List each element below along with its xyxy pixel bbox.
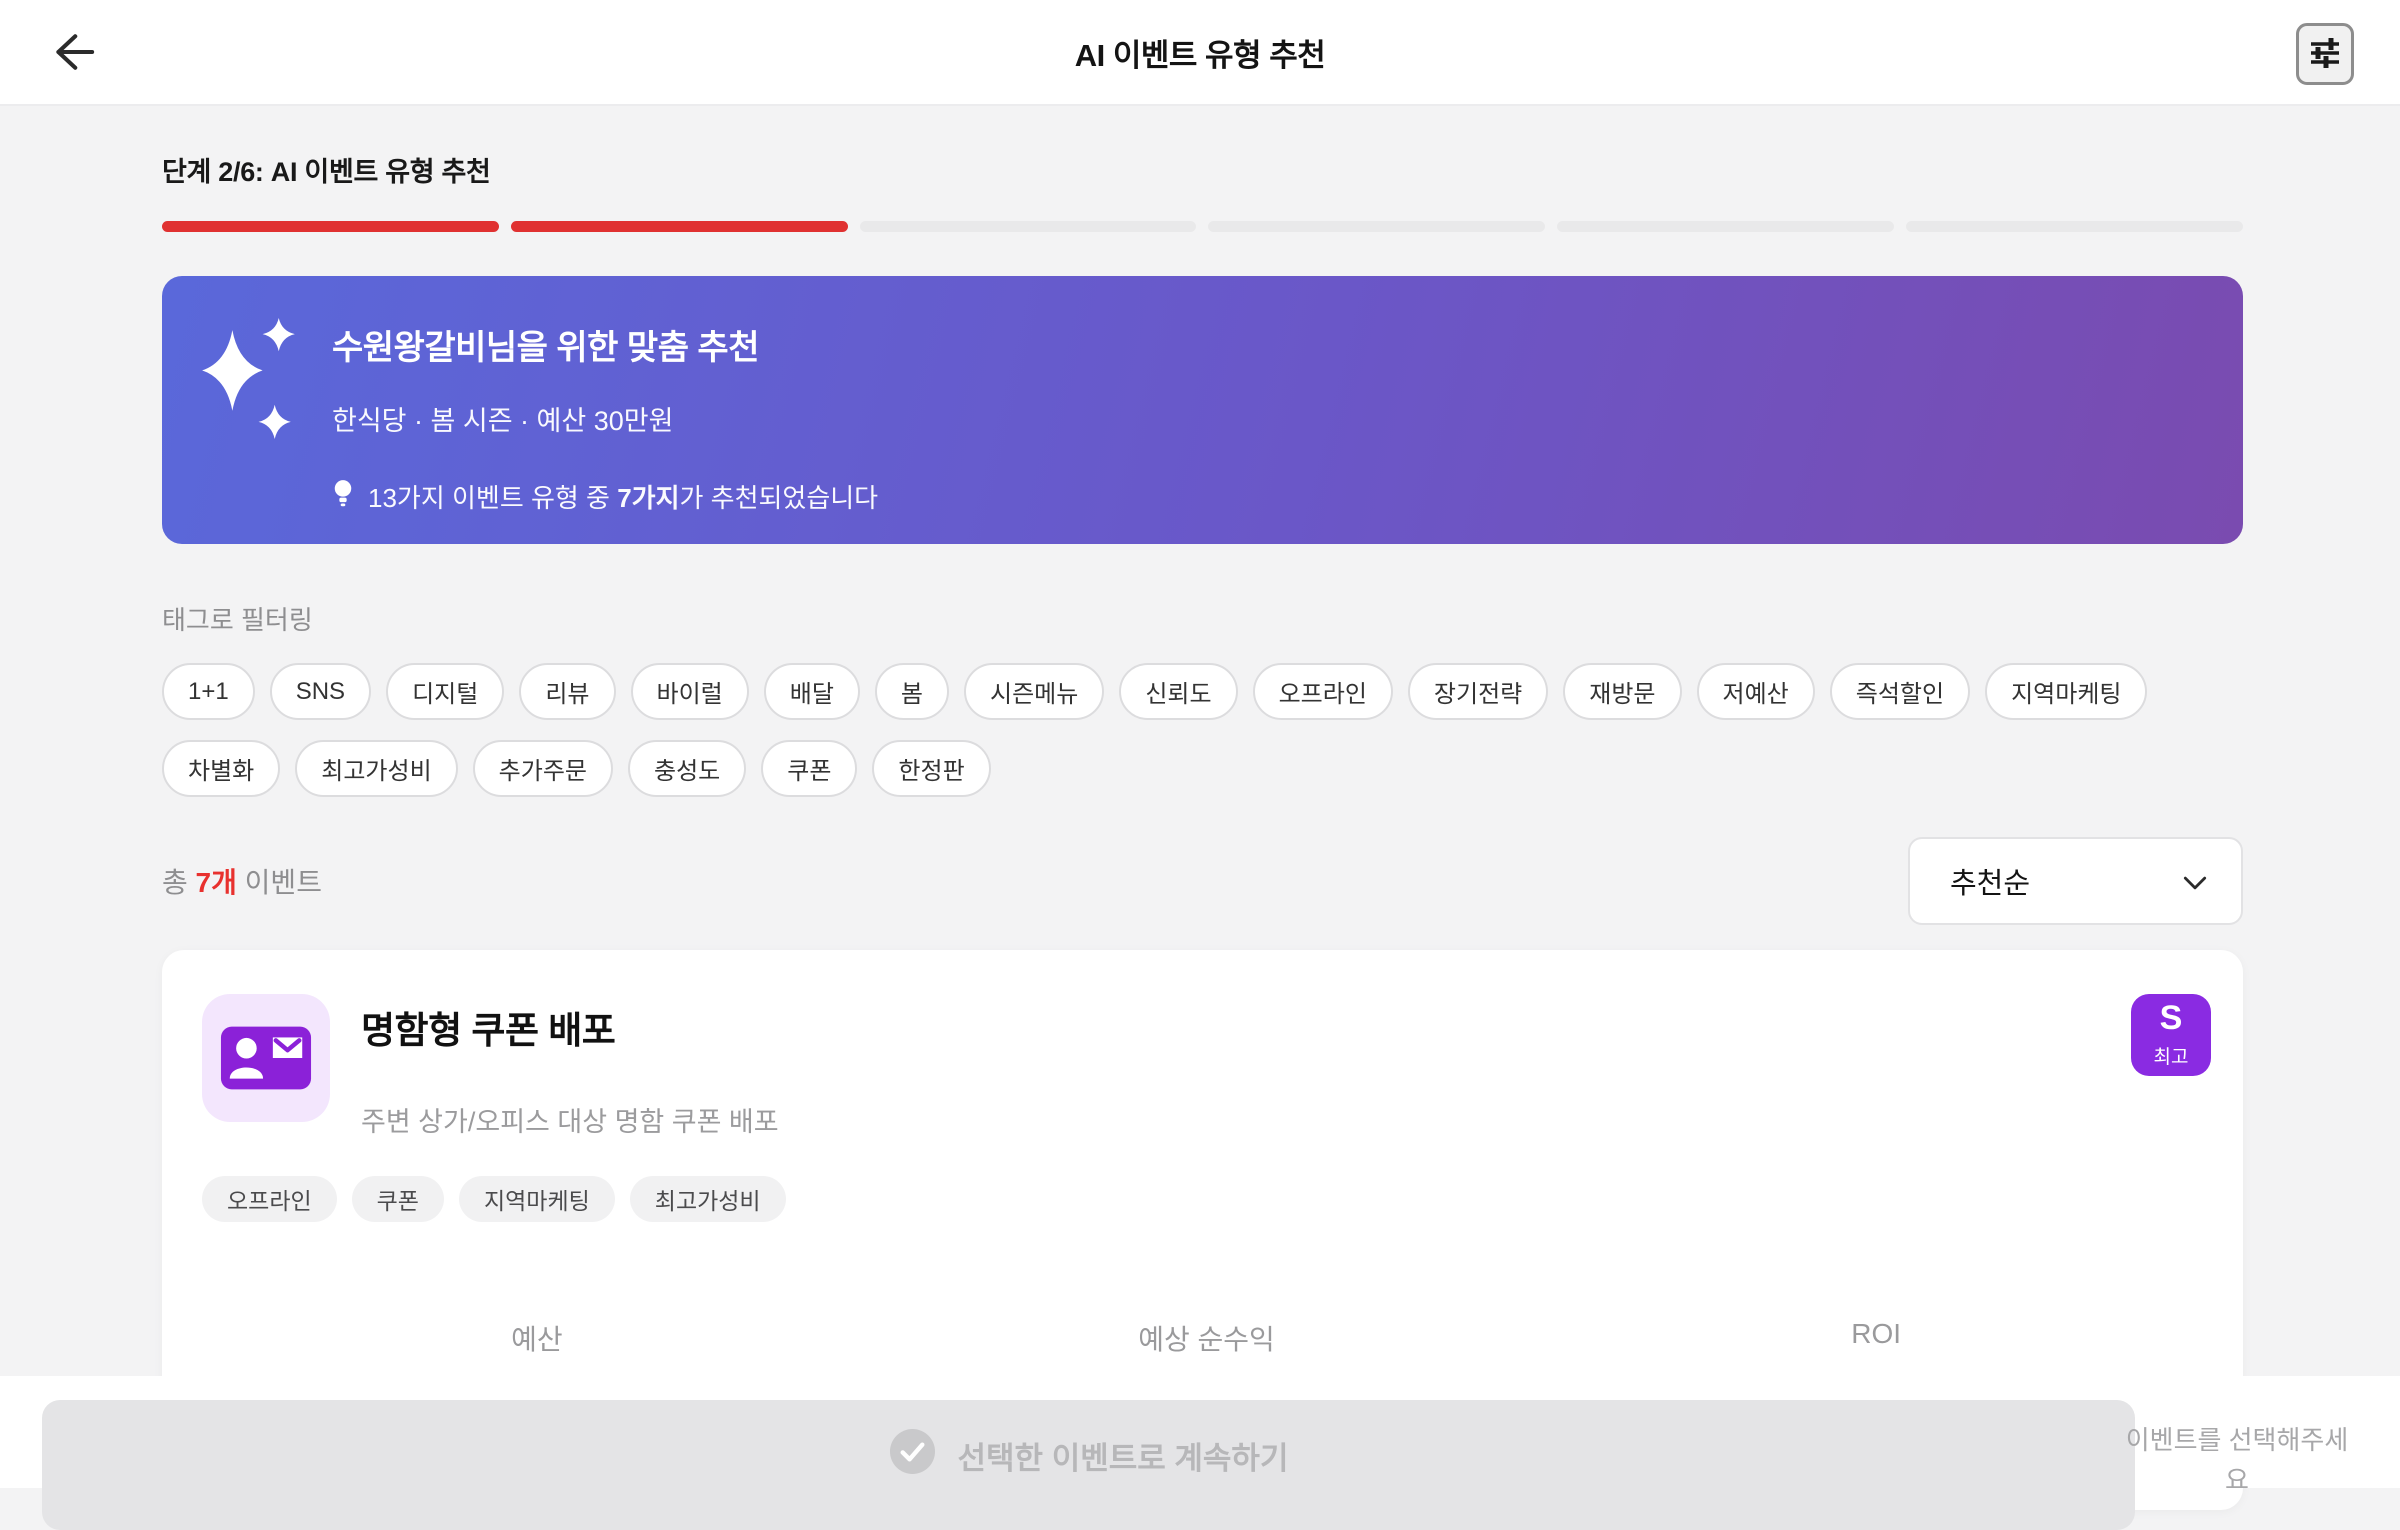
event-tags: 오프라인 쿠폰 지역마케팅 최고가성비 — [202, 1176, 2211, 1222]
banner-info-text: 13가지 이벤트 유형 중 7가지가 추천되었습니다 — [368, 483, 879, 513]
tag-filter-label: 태그로 필터링 — [162, 605, 313, 635]
tag-chip[interactable]: 지역마케팅 — [1985, 663, 2148, 720]
banner-title: 수원왕갈비님을 위한 맞춤 추천 — [332, 329, 759, 367]
tag-chip[interactable]: 최고가성비 — [295, 740, 458, 797]
stat-label: ROI — [1851, 1318, 1902, 1349]
continue-button-label: 선택한 이벤트로 계속하기 — [957, 1441, 1289, 1476]
tag-chip[interactable]: 디지털 — [386, 663, 505, 720]
tag-chip[interactable]: SNS — [269, 663, 372, 720]
header: AI 이벤트 유형 추천 — [0, 0, 2400, 106]
tag-chip[interactable]: 신뢰도 — [1119, 663, 1238, 720]
tag-chip[interactable]: 쿠폰 — [761, 740, 858, 797]
chevron-down-icon — [2183, 865, 2207, 898]
page-title: AI 이벤트 유형 추천 — [1074, 37, 1326, 73]
event-card-head: 명함형 쿠폰 배포 주변 상가/오피스 대상 명함 쿠폰 배포 S 최고 — [202, 994, 2211, 1139]
progress-segment — [859, 221, 1197, 232]
check-circle-icon — [889, 1428, 936, 1483]
tag-chip[interactable]: 충성도 — [627, 740, 747, 797]
grade-badge-label: 최고 — [2153, 1047, 2189, 1068]
step-section: 단계 2/6: AI 이벤트 유형 추천 — [162, 106, 2243, 232]
progress-segment — [510, 221, 848, 232]
tag-chip[interactable]: 차별화 — [162, 740, 281, 797]
tag-chip[interactable]: 추가주문 — [472, 740, 613, 797]
grade-badge-letter: S — [2159, 999, 2183, 1037]
step-label: 단계 2/6: AI 이벤트 유형 추천 — [162, 157, 491, 187]
progress-bar — [162, 221, 2243, 232]
banner-subtitle: 한식당 · 봄 시즌 · 예산 30만원 — [332, 406, 674, 436]
event-tag: 지역마케팅 — [458, 1176, 615, 1222]
arrow-left-icon — [46, 34, 100, 82]
footer: 선택한 이벤트로 계속하기 이벤트를 선택해주세요 — [0, 1376, 2400, 1530]
tag-chip[interactable]: 재방문 — [1563, 663, 1682, 720]
continue-button[interactable]: 선택한 이벤트로 계속하기 — [42, 1400, 2135, 1530]
tag-chip[interactable]: 바이럴 — [630, 663, 749, 720]
stat-label: 예산 — [511, 1324, 563, 1355]
tag-chip[interactable]: 리뷰 — [519, 663, 616, 720]
list-header: 총 7개 이벤트 추천순 — [162, 837, 2243, 925]
grade-badge: S 최고 — [2131, 994, 2211, 1076]
event-card-titles: 명함형 쿠폰 배포 주변 상가/오피스 대상 명함 쿠폰 배포 — [361, 994, 2131, 1139]
sparkles-icon — [202, 318, 298, 544]
tag-chip[interactable]: 시즌메뉴 — [964, 663, 1105, 720]
tag-chip[interactable]: 장기전략 — [1407, 663, 1549, 720]
contact-card-icon — [202, 994, 330, 1122]
event-subtitle: 주변 상가/오피스 대상 명함 쿠폰 배포 — [361, 1107, 779, 1137]
progress-segment — [162, 221, 499, 232]
progress-segment — [1906, 221, 2243, 232]
sort-dropdown[interactable]: 추천순 — [1908, 837, 2243, 925]
tag-chip[interactable]: 오프라인 — [1252, 663, 1393, 720]
banner-text: 수원왕갈비님을 위한 맞춤 추천 한식당 · 봄 시즌 · 예산 30만원 13… — [332, 276, 878, 544]
tag-chip[interactable]: 한정판 — [872, 740, 991, 797]
sort-dropdown-value: 추천순 — [1950, 868, 2031, 900]
main-content: 단계 2/6: AI 이벤트 유형 추천 수원왕갈비님을 위한 맞춤 추천 한식… — [0, 106, 2400, 1510]
tag-filter-chips: 1+1 SNS 디지털 리뷰 바이럴 배달 봄 시즌메뉴 신뢰도 오프라인 장기전략 재방문 저예산 즉석… — [162, 663, 2243, 797]
lightbulb-icon — [332, 478, 354, 515]
recommendation-banner: 수원왕갈비님을 위한 맞춤 추천 한식당 · 봄 시즌 · 예산 30만원 13… — [162, 276, 2243, 544]
event-tag: 쿠폰 — [351, 1176, 444, 1222]
tag-filter-section: 태그로 필터링 1+1 SNS 디지털 리뷰 바이럴 배달 봄 시즌메뉴 신뢰도 오프라인 장기전략… — [162, 600, 2243, 797]
selection-hint: 이벤트를 선택해주세요 — [2125, 1425, 2349, 1495]
tune-sliders-icon — [2307, 35, 2343, 74]
tag-chip[interactable]: 봄 — [874, 663, 950, 720]
tag-chip[interactable]: 즉석할인 — [1829, 663, 1971, 720]
progress-segment — [1557, 221, 1895, 232]
back-button[interactable] — [42, 21, 104, 83]
tag-chip[interactable]: 배달 — [763, 663, 860, 720]
progress-segment — [1208, 221, 1546, 232]
filter-button[interactable] — [2296, 23, 2354, 85]
event-tag: 오프라인 — [202, 1176, 337, 1222]
event-tag: 최고가성비 — [629, 1176, 786, 1222]
banner-info: 13가지 이벤트 유형 중 7가지가 추천되었습니다 — [332, 478, 878, 515]
event-title: 명함형 쿠폰 배포 — [361, 1010, 616, 1051]
event-count: 총 7개 이벤트 — [162, 867, 322, 898]
stat-label: 예상 순수익 — [1138, 1324, 1275, 1355]
tag-chip[interactable]: 1+1 — [162, 663, 255, 720]
tag-chip[interactable]: 저예산 — [1696, 663, 1815, 720]
